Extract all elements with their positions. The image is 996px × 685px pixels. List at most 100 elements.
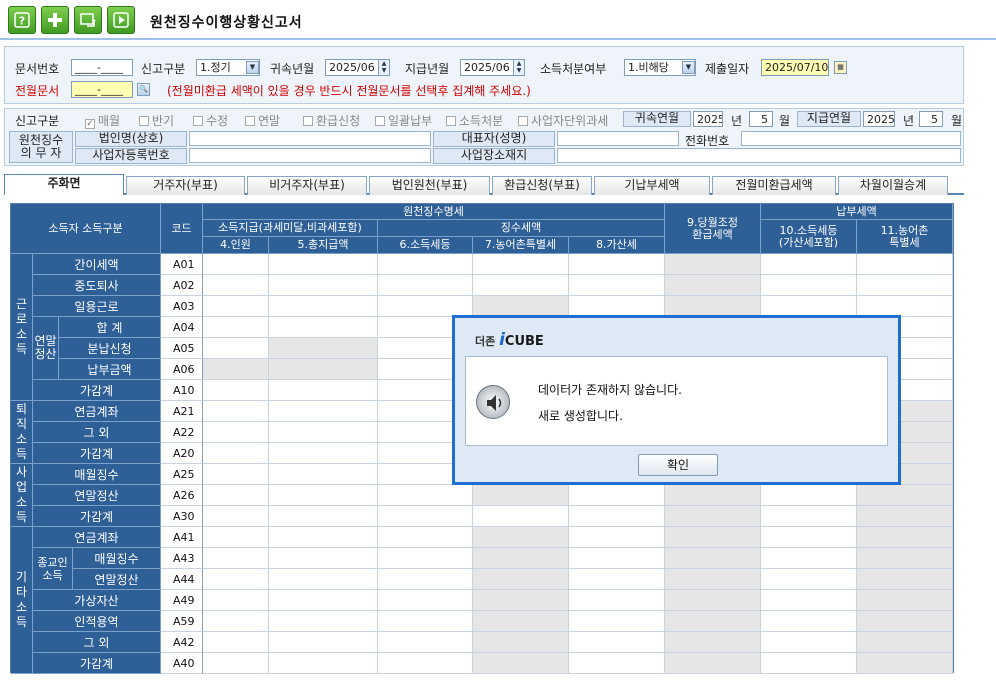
cell-A42-10[interactable] [761, 632, 857, 653]
help-icon[interactable]: ? [8, 6, 36, 34]
cell-A01-5[interactable] [269, 254, 378, 275]
cell-A03-4[interactable] [203, 296, 269, 317]
cell-A40-6[interactable] [378, 653, 473, 674]
search-icon[interactable]: 🔍 [137, 83, 150, 96]
cell-A30-6[interactable] [378, 506, 473, 527]
cell-A21-5[interactable] [269, 401, 378, 422]
cell-A59-10[interactable] [761, 611, 857, 632]
checkbox-box[interactable]: ✓ [85, 119, 95, 129]
cell-A22-4[interactable] [203, 422, 269, 443]
checkbox-5[interactable]: 환급신청 [303, 112, 360, 129]
cell-A30-10[interactable] [761, 506, 857, 527]
cell-A02-6[interactable] [378, 275, 473, 296]
cell-A41-4[interactable] [203, 527, 269, 548]
cell-A10-5[interactable] [269, 380, 378, 401]
tab-7[interactable]: 전월미환급세액 [712, 176, 836, 195]
cell-A49-5[interactable] [269, 590, 378, 611]
cell-A41-6[interactable] [378, 527, 473, 548]
checkbox-2[interactable]: 반기 [139, 112, 174, 129]
checkbox-7[interactable]: 소득처분 [446, 112, 503, 129]
cell-A49-4[interactable] [203, 590, 269, 611]
checkbox-3[interactable]: 수정 [193, 112, 228, 129]
chevron-down-icon[interactable]: ▼ [682, 61, 695, 74]
cell-A04-4[interactable] [203, 317, 269, 338]
tab-8[interactable]: 차월이월승계 [838, 176, 948, 195]
spin-icon[interactable]: ▲ ▼ [513, 59, 525, 76]
cell-A01-4[interactable] [203, 254, 269, 275]
chevron-down-icon[interactable]: ▼ [246, 61, 259, 74]
cell-A03-5[interactable] [269, 296, 378, 317]
checkbox-box[interactable] [446, 116, 456, 126]
tab-6[interactable]: 기납부세액 [594, 176, 710, 195]
cell-A40-5[interactable] [269, 653, 378, 674]
cell-A26-4[interactable] [203, 485, 269, 506]
cell-A42-5[interactable] [269, 632, 378, 653]
tab-5[interactable]: 환급신청(부표) [492, 176, 592, 195]
checkbox-box[interactable] [303, 116, 313, 126]
checkbox-box[interactable] [375, 116, 385, 126]
cell-A01-6[interactable] [378, 254, 473, 275]
checkbox-box[interactable] [518, 116, 528, 126]
cell-A02-7[interactable] [473, 275, 569, 296]
add-icon[interactable] [41, 6, 69, 34]
cell-A26-10[interactable] [761, 485, 857, 506]
refresh-icon[interactable] [74, 6, 102, 34]
cell-A04-5[interactable] [269, 317, 378, 338]
cell-A03-6[interactable] [378, 296, 473, 317]
belong-ym-field[interactable]: 2025/06 [325, 59, 379, 76]
checkbox-4[interactable]: 연말 [245, 112, 280, 129]
cell-A43-6[interactable] [378, 548, 473, 569]
checkbox-box[interactable] [193, 116, 203, 126]
cell-A02-5[interactable] [269, 275, 378, 296]
cell-A49-10[interactable] [761, 590, 857, 611]
cell-A59-8[interactable] [569, 611, 665, 632]
cell-A40-4[interactable] [203, 653, 269, 674]
pay-ym-field[interactable]: 2025/06 [460, 59, 514, 76]
cell-A03-10[interactable] [761, 296, 857, 317]
submit-date-field[interactable]: 2025/07/10 [761, 59, 829, 76]
cell-A02-11[interactable] [857, 275, 953, 296]
cell-A41-10[interactable] [761, 527, 857, 548]
cell-A42-4[interactable] [203, 632, 269, 653]
cell-A43-10[interactable] [761, 548, 857, 569]
tab-2[interactable]: 거주자(부표) [126, 176, 245, 195]
prev-doc-field[interactable]: ____-____ [71, 81, 133, 98]
cell-A20-4[interactable] [203, 443, 269, 464]
checkbox-box[interactable] [245, 116, 255, 126]
doc-no-field[interactable]: ____-____ [71, 59, 133, 76]
cell-A43-8[interactable] [569, 548, 665, 569]
checkbox-8[interactable]: 사업자단위과세 [518, 112, 608, 129]
cell-A30-8[interactable] [569, 506, 665, 527]
cell-A49-6[interactable] [378, 590, 473, 611]
cell-A05-4[interactable] [203, 338, 269, 359]
cell-A03-11[interactable] [857, 296, 953, 317]
cell-A44-6[interactable] [378, 569, 473, 590]
cell-A59-5[interactable] [269, 611, 378, 632]
tab-3[interactable]: 비거주자(부표) [247, 176, 367, 195]
cell-A44-8[interactable] [569, 569, 665, 590]
cell-A44-4[interactable] [203, 569, 269, 590]
cell-A02-8[interactable] [569, 275, 665, 296]
cell-A40-10[interactable] [761, 653, 857, 674]
cell-A01-10[interactable] [761, 254, 857, 275]
checkbox-1[interactable]: ✓ 매월 [85, 112, 120, 129]
cell-A43-5[interactable] [269, 548, 378, 569]
cell-A30-7[interactable] [473, 506, 569, 527]
cell-A41-5[interactable] [269, 527, 378, 548]
cell-A40-8[interactable] [569, 653, 665, 674]
cell-A25-4[interactable] [203, 464, 269, 485]
cell-A26-5[interactable] [269, 485, 378, 506]
play-icon[interactable] [107, 6, 135, 34]
cell-A44-5[interactable] [269, 569, 378, 590]
cell-A41-8[interactable] [569, 527, 665, 548]
cell-A42-8[interactable] [569, 632, 665, 653]
cell-A30-5[interactable] [269, 506, 378, 527]
cell-A01-7[interactable] [473, 254, 569, 275]
tab-4[interactable]: 법인원천(부표) [369, 176, 490, 195]
cell-A25-5[interactable] [269, 464, 378, 485]
tab-1[interactable]: 주화면 [4, 174, 124, 195]
cell-A43-4[interactable] [203, 548, 269, 569]
cell-A02-10[interactable] [761, 275, 857, 296]
cell-A30-4[interactable] [203, 506, 269, 527]
cell-A59-4[interactable] [203, 611, 269, 632]
